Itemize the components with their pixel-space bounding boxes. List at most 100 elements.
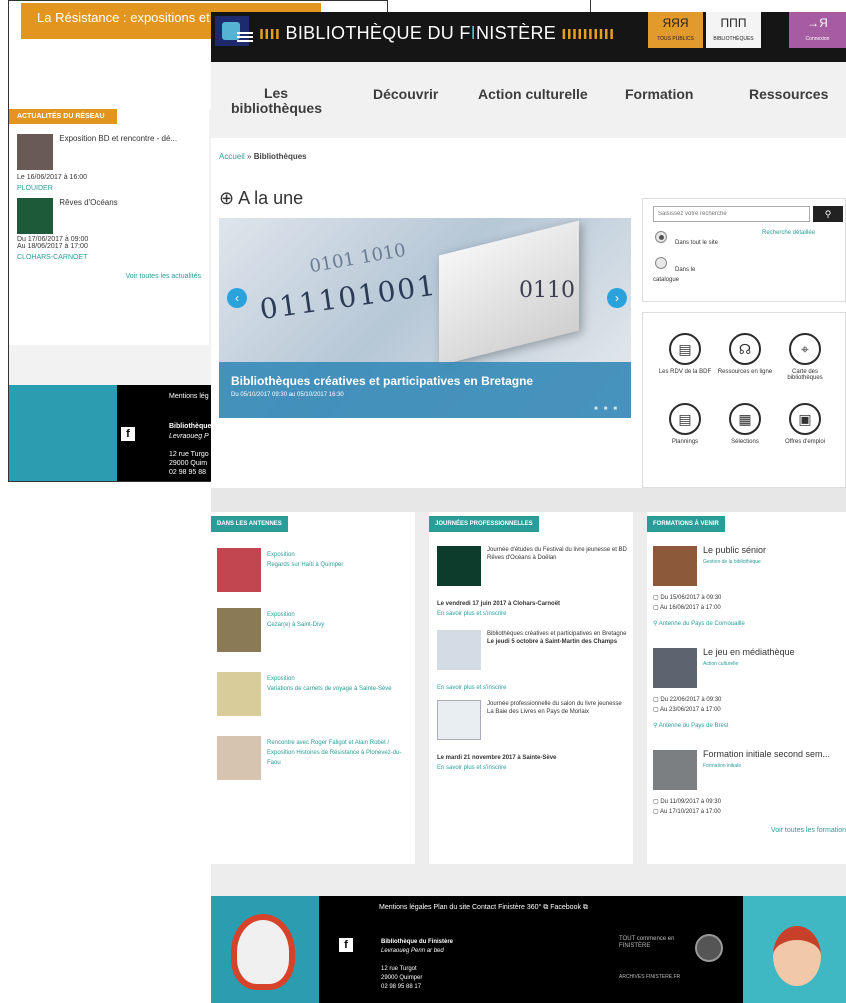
see-all-trainings-link[interactable]: Voir toutes les formation — [771, 827, 846, 834]
back-footer-illustration — [9, 385, 117, 481]
back-news-thumb — [17, 198, 53, 234]
item-title[interactable]: Le public sénior — [703, 546, 766, 555]
footer-street: 12 rue Turgot — [381, 966, 417, 972]
item-thumbnail — [217, 672, 261, 716]
list-item-text[interactable]: Exposition Variations de carnets de voyag… — [267, 674, 409, 694]
item-date-to: Au 16/06/2017 à 17:00 — [660, 605, 721, 611]
calendar-icon: ▤ — [669, 333, 701, 365]
item-thumbnail — [217, 736, 261, 780]
item-thumbnail — [653, 546, 697, 586]
item-type: Exposition — [267, 676, 295, 682]
hamburger-menu-icon[interactable] — [237, 32, 253, 42]
resources-icon: ☊ — [729, 333, 761, 365]
carousel-prev-arrow-icon[interactable]: ‹ — [227, 288, 247, 308]
quick-link-online-resources[interactable]: ☊ Ressources en ligne — [715, 333, 775, 375]
quick-link-map[interactable]: ⌖ Carte des bibliothèques — [775, 333, 835, 381]
advanced-search-link[interactable]: Recherche détaillée — [762, 230, 815, 236]
item-more-link[interactable]: En savoir plus et s'inscrire — [437, 684, 507, 692]
quick-link-rdv[interactable]: ▤ Les RDV de la BDF — [655, 333, 715, 375]
back-news-item[interactable]: Exposition BD et rencontre - dé... — [9, 134, 209, 170]
featured-carousel[interactable]: 0101 1010 01110100111 0110 ‹ › Bibliothè… — [219, 218, 631, 418]
login-icon: →Я — [807, 16, 828, 30]
search-scope-site-radio[interactable] — [655, 231, 667, 243]
item-category[interactable]: Gestion de la bibliothèque — [703, 558, 761, 567]
breadcrumb-home-link[interactable]: Accueil — [219, 152, 245, 161]
back-news-title-2[interactable]: Rêves d'Océans — [59, 198, 117, 207]
nav-item-discover[interactable]: Découvrir — [373, 86, 438, 102]
back-news-place[interactable]: CLOHARS-CARNOET — [9, 254, 209, 261]
breadcrumb: Accueil » Bibliothèques — [219, 152, 307, 161]
quick-link-jobs[interactable]: ▣ Offres d'emploi — [775, 403, 835, 445]
finistere-logo[interactable]: TOUT commence en FINISTÈRE — [619, 936, 679, 950]
carousel-caption[interactable]: Bibliothèques créatives et participative… — [219, 362, 631, 418]
site-footer: Mentions légales Plan du site Contact Fi… — [211, 896, 846, 1003]
back-news-title: ACTUALITÉS DU RÉSEAU — [9, 109, 117, 124]
quick-links-panel: ▤ Les RDV de la BDF ☊ Ressources en ligne … — [642, 312, 846, 488]
item-title[interactable]: Formation initiale second sem... — [703, 750, 830, 759]
list-item-text[interactable]: Bibliothèques créatives et participative… — [487, 630, 627, 646]
nav-item-resources[interactable]: Ressources — [749, 86, 828, 102]
item-category[interactable]: Action culturelle — [703, 660, 738, 669]
back-footer-name: Bibliothèque — [169, 423, 212, 430]
all-public-button[interactable]: ЯЯЯ TOUS PUBLICS — [648, 12, 703, 48]
back-news-item[interactable]: Rêves d'Océans — [9, 198, 209, 234]
archives-logo[interactable]: ARCHIVES FINISTERE.FR — [619, 974, 680, 980]
map-pin-icon: ⌖ — [789, 333, 821, 365]
antennes-heading: DANS LES ANTENNES — [211, 516, 288, 532]
carousel-next-arrow-icon[interactable]: › — [607, 288, 627, 308]
list-item-text[interactable]: Exposition Regards sur Haïti à Quimper — [267, 550, 343, 570]
item-date-from: Du 15/06/2017 à 09:30 — [660, 595, 722, 601]
carousel-caption-title[interactable]: Bibliothèques créatives et participative… — [231, 374, 619, 388]
back-see-all-link[interactable]: Voir toutes les actualités — [9, 273, 209, 280]
department-seal-logo[interactable] — [695, 934, 723, 962]
calendar-icon: ▢ — [653, 605, 661, 611]
login-button[interactable]: →Я Connexion — [789, 12, 846, 48]
item-type: Rencontre avec Roger Faligot et — [267, 740, 354, 746]
calendar-icon: ▤ — [669, 403, 701, 435]
item-more-link[interactable]: En savoir plus et s'inscrire — [437, 610, 507, 618]
item-thumbnail — [653, 648, 697, 688]
quick-link-label: Sélections — [731, 439, 759, 445]
list-item-text[interactable]: Rencontre avec Roger Faligot et Alain Ro… — [267, 738, 413, 768]
footer-illustration-face — [773, 926, 821, 986]
nav-item-libraries[interactable]: Les bibliothèques — [231, 86, 322, 116]
list-item-text[interactable]: Exposition Cezar(e) à Saint-Divy — [267, 610, 324, 630]
back-news-place[interactable]: PLOUIDER — [9, 185, 209, 192]
site-title[interactable]: ıııı BIBLIOTHÈQUE DU FINISTÈRE ııııııııı… — [259, 23, 614, 44]
item-category[interactable]: Formation initiale — [703, 762, 741, 771]
back-news-date: Du 17/06/2017 à 09:00 — [17, 236, 89, 243]
carousel-image-text: 0110 — [519, 278, 575, 303]
back-footer-name-br: Levraoueg P — [169, 433, 209, 440]
footer-illustration-chair — [231, 914, 295, 990]
libraries-button[interactable]: ΠΠΠ BIBLIOTHÈQUES — [706, 12, 761, 48]
nav-item-training[interactable]: Formation — [625, 86, 693, 102]
back-footer-mentions[interactable]: Mentions lég — [169, 393, 209, 400]
item-more-link[interactable]: En savoir plus et s'inscrire — [437, 764, 507, 772]
back-footer-addr: 12 rue Turgo — [169, 451, 209, 458]
nav-item-cultural-action[interactable]: Action culturelle — [478, 86, 588, 102]
item-location[interactable]: ⚲ Antenne du Pays de Cornouaille — [653, 620, 745, 629]
carousel-dots[interactable]: ■■■ — [594, 406, 623, 412]
breadcrumb-current: Bibliothèques — [253, 152, 307, 161]
footer-links[interactable]: Mentions légales Plan du site Contact Fi… — [379, 904, 588, 912]
item-date: Le jeudi 5 octobre à Saint-Martin des Ch… — [487, 639, 618, 645]
search-button[interactable]: ⚲ — [813, 206, 843, 222]
facebook-icon[interactable]: f — [121, 427, 135, 441]
trainings-heading: FORMATIONS À VENIR — [647, 516, 725, 532]
item-title[interactable]: Le jeu en médiathèque — [703, 648, 795, 657]
item-location[interactable]: ⚲ Antenne du Pays de Brest — [653, 722, 728, 731]
facebook-icon[interactable]: f — [339, 938, 353, 952]
quick-link-selections[interactable]: ▦ Sélections — [715, 403, 775, 445]
back-news-title-1[interactable]: Exposition BD et rencontre - dé... — [59, 134, 177, 143]
back-news-panel: ACTUALITÉS DU RÉSEAU Exposition BD et re… — [9, 109, 209, 345]
list-item-text[interactable]: Journée professionnelle du salon du livr… — [487, 700, 627, 716]
list-item-text[interactable]: Journée d'études du Festival du livre je… — [487, 546, 627, 562]
item-date: ▢ Du 15/06/2017 à 09:30 — [653, 594, 721, 603]
item-date-from: Du 22/06/2017 à 09:30 — [660, 697, 722, 703]
quick-link-plannings[interactable]: ▤ Plannings — [655, 403, 715, 445]
carousel-caption-date: Du 05/10/2017 09:30 au 05/10/2017 16:30 — [231, 392, 344, 398]
search-input[interactable] — [653, 206, 810, 222]
item-date: Le mardi 21 novembre 2017 à Sainte-Sève — [437, 755, 557, 761]
item-location-text: Antenne du Pays de Brest — [658, 723, 729, 729]
back-news-date: Au 18/06/2017 à 17:00 — [17, 243, 88, 250]
